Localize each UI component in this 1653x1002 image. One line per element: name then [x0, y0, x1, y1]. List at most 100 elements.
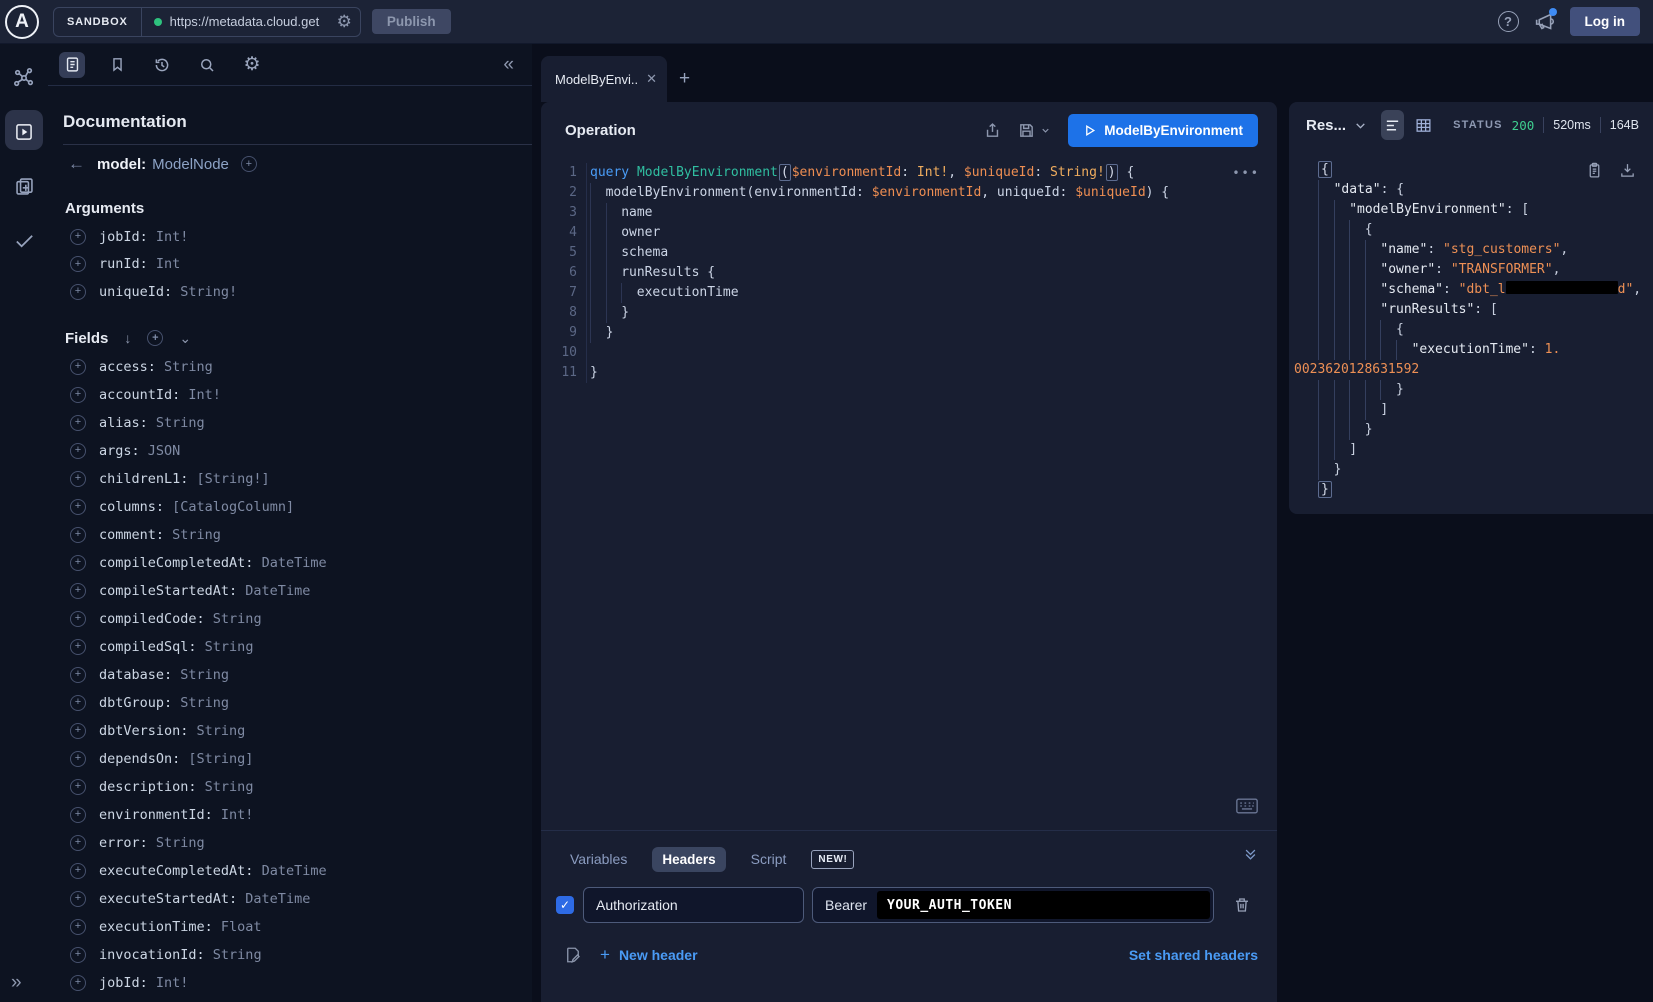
add-field-icon[interactable]: + — [70, 387, 86, 403]
add-field-icon[interactable]: + — [70, 527, 86, 543]
add-field-icon[interactable]: + — [70, 555, 86, 571]
field-row[interactable]: +executeStartedAt: DateTime — [48, 885, 532, 913]
apollo-logo-icon[interactable]: A — [5, 5, 39, 39]
chevron-down-icon[interactable]: ⌄ — [179, 330, 191, 347]
download-response-icon[interactable] — [1619, 162, 1636, 179]
run-operation-button[interactable]: ModelByEnvironment — [1068, 114, 1258, 147]
expand-rail-icon[interactable]: » — [11, 972, 22, 994]
add-field-icon[interactable]: + — [70, 415, 86, 431]
field-row[interactable]: +executionTime: Float — [48, 913, 532, 941]
delete-header-icon[interactable] — [1233, 896, 1251, 914]
editor-line[interactable]: 4owner — [541, 223, 1277, 243]
field-row[interactable]: +uniqueId: String! — [48, 278, 532, 306]
field-row[interactable]: +compiledSql: String — [48, 633, 532, 661]
field-row[interactable]: +invocationId: String — [48, 941, 532, 969]
tab-variables[interactable]: Variables — [560, 846, 637, 872]
editor-line[interactable]: 8} — [541, 303, 1277, 323]
editor-line[interactable]: 3name — [541, 203, 1277, 223]
add-all-fields-icon[interactable]: + — [241, 156, 257, 172]
breadcrumb-type-link[interactable]: ModelNode — [152, 156, 229, 173]
field-row[interactable]: +database: String — [48, 661, 532, 689]
field-row[interactable]: +description: String — [48, 773, 532, 801]
history-icon[interactable] — [149, 52, 175, 78]
header-enabled-checkbox[interactable]: ✓ — [556, 896, 574, 914]
add-field-icon[interactable]: + — [70, 863, 86, 879]
tab-script[interactable]: Script — [741, 846, 797, 872]
add-field-icon[interactable]: + — [70, 499, 86, 515]
field-row[interactable]: +runId: Int — [48, 251, 532, 279]
help-icon[interactable]: ? — [1498, 11, 1519, 32]
field-row[interactable]: + — [48, 997, 532, 1002]
field-row[interactable]: +columns: [CatalogColumn] — [48, 493, 532, 521]
add-field-icon[interactable]: + — [70, 835, 86, 851]
tab-headers[interactable]: Headers — [652, 847, 725, 872]
field-row[interactable]: +environmentId: Int! — [48, 801, 532, 829]
add-field-icon[interactable]: + — [70, 229, 86, 245]
add-field-icon[interactable]: + — [70, 975, 86, 991]
add-field-icon[interactable]: + — [70, 807, 86, 823]
field-row[interactable]: +compileStartedAt: DateTime — [48, 577, 532, 605]
add-field-icon[interactable]: + — [70, 583, 86, 599]
operation-editor[interactable]: 1query ModelByEnvironment($environmentId… — [541, 158, 1277, 830]
field-row[interactable]: +comment: String — [48, 521, 532, 549]
endpoint-url-input[interactable]: https://metadata.cloud.get — [170, 14, 335, 29]
documentation-tab-icon[interactable] — [59, 52, 85, 78]
header-value-input[interactable]: Bearer YOUR_AUTH_TOKEN — [812, 887, 1214, 923]
add-fields-icon[interactable]: + — [147, 330, 163, 346]
field-row[interactable]: +compiledCode: String — [48, 605, 532, 633]
field-row[interactable]: +access: String — [48, 353, 532, 381]
field-row[interactable]: +jobId: Int! — [48, 969, 532, 997]
save-icon[interactable] — [1018, 122, 1051, 139]
operation-tab[interactable]: ModelByEnvi... ✕ — [541, 56, 667, 102]
add-field-icon[interactable]: + — [70, 751, 86, 767]
table-view-icon[interactable] — [1412, 110, 1435, 140]
field-row[interactable]: +dependsOn: [String] — [48, 745, 532, 773]
bookmarks-icon[interactable] — [104, 52, 130, 78]
editor-line[interactable]: 6runResults { — [541, 263, 1277, 283]
new-tab-icon[interactable]: + — [679, 68, 690, 90]
back-arrow-icon[interactable]: ← — [68, 154, 85, 174]
editor-line[interactable]: 11} — [541, 363, 1277, 383]
rail-schema-icon[interactable] — [0, 58, 48, 98]
search-icon[interactable] — [194, 52, 220, 78]
explorer-settings-gear-icon[interactable]: ⚙ — [239, 52, 265, 78]
editor-line[interactable]: 10 — [541, 343, 1277, 363]
field-row[interactable]: +compileCompletedAt: DateTime — [48, 549, 532, 577]
editor-line[interactable]: 9} — [541, 323, 1277, 343]
publish-button[interactable]: Publish — [372, 9, 451, 34]
field-row[interactable]: +args: JSON — [48, 437, 532, 465]
editor-menu-icon[interactable]: ••• — [1232, 166, 1260, 180]
collapse-docs-icon[interactable]: « — [503, 54, 532, 76]
response-dropdown-chevron-icon[interactable] — [1354, 119, 1367, 132]
add-field-icon[interactable]: + — [70, 891, 86, 907]
login-button[interactable]: Log in — [1570, 7, 1641, 36]
add-field-icon[interactable]: + — [70, 256, 86, 272]
field-row[interactable]: +jobId: Int! — [48, 223, 532, 251]
collapse-panel-icon[interactable] — [1243, 847, 1258, 862]
field-row[interactable]: +dbtVersion: String — [48, 717, 532, 745]
add-field-icon[interactable]: + — [70, 639, 86, 655]
add-field-icon[interactable]: + — [70, 695, 86, 711]
add-field-icon[interactable]: + — [70, 779, 86, 795]
add-field-icon[interactable]: + — [70, 919, 86, 935]
add-field-icon[interactable]: + — [70, 471, 86, 487]
add-field-icon[interactable]: + — [70, 359, 86, 375]
rail-explorer-icon[interactable] — [0, 112, 48, 152]
field-row[interactable]: +dbtGroup: String — [48, 689, 532, 717]
add-field-icon[interactable]: + — [70, 947, 86, 963]
set-shared-headers-link[interactable]: Set shared headers — [1129, 947, 1258, 963]
add-field-icon[interactable]: + — [70, 667, 86, 683]
keyboard-shortcuts-icon[interactable] — [1236, 798, 1258, 814]
add-field-icon[interactable]: + — [70, 284, 86, 300]
close-tab-icon[interactable]: ✕ — [646, 71, 657, 87]
sort-fields-icon[interactable]: ↓ — [124, 330, 131, 346]
new-header-button[interactable]: + New header — [600, 945, 698, 965]
editor-line[interactable]: 2modelByEnvironment(environmentId: $envi… — [541, 183, 1277, 203]
field-row[interactable]: +accountId: Int! — [48, 381, 532, 409]
field-row[interactable]: +executeCompletedAt: DateTime — [48, 857, 532, 885]
share-icon[interactable] — [984, 122, 1001, 139]
rail-collections-icon[interactable] — [0, 166, 48, 206]
field-row[interactable]: +childrenL1: [String!] — [48, 465, 532, 493]
field-row[interactable]: +alias: String — [48, 409, 532, 437]
editor-line[interactable]: 7executionTime — [541, 283, 1277, 303]
